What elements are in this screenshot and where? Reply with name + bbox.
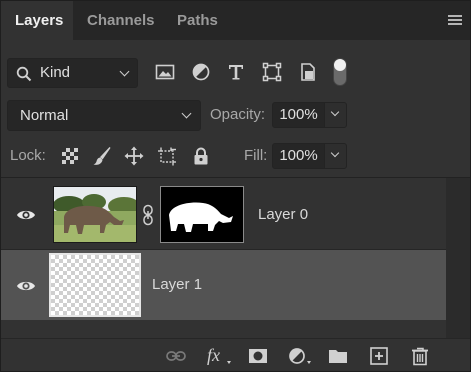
- filter-kind-select[interactable]: Kind: [7, 58, 138, 88]
- visibility-eye-icon[interactable]: [16, 279, 36, 293]
- tab-layers[interactable]: Layers: [1, 1, 73, 40]
- search-icon: [16, 66, 32, 82]
- fill-dropdown-button[interactable]: [324, 143, 347, 169]
- layers-bottom-toolbar: fx: [1, 338, 470, 371]
- lock-position-icon[interactable]: [124, 146, 144, 166]
- fill-label: Fill:: [244, 147, 268, 164]
- layer-thumbnail-transparent[interactable]: [49, 253, 141, 317]
- chevron-down-icon: [181, 108, 192, 119]
- layers-list: Layer 0 Layer 1: [1, 178, 446, 338]
- adjustment-layer-icon[interactable]: [287, 346, 313, 366]
- tab-paths[interactable]: Paths: [163, 1, 232, 40]
- tab-channels[interactable]: Channels: [73, 1, 169, 40]
- opacity-dropdown-button[interactable]: [324, 102, 347, 128]
- chevron-down-icon: [119, 66, 130, 77]
- opacity-label: Opacity:: [210, 106, 266, 123]
- lock-label: Lock:: [10, 147, 46, 164]
- lock-image-pixels-icon[interactable]: [92, 146, 112, 166]
- layer-style-icon[interactable]: fx: [206, 346, 232, 366]
- delete-layer-icon[interactable]: [409, 346, 431, 366]
- image-filter-icon[interactable]: [154, 61, 176, 83]
- visibility-eye-icon[interactable]: [16, 208, 36, 222]
- layers-panel: Layers Channels Paths Kind Normal Opacit…: [0, 0, 471, 372]
- filter-toggle-icon[interactable]: [332, 57, 348, 87]
- layer-name[interactable]: Layer 0: [258, 206, 308, 223]
- new-layer-icon[interactable]: [368, 346, 390, 366]
- mask-link-icon[interactable]: [142, 204, 154, 226]
- panel-menu-icon[interactable]: [448, 15, 462, 26]
- rhino-photo-thumbnail: [54, 187, 136, 242]
- layer-row-layer-1[interactable]: Layer 1: [1, 250, 446, 320]
- layer-mask-thumbnail[interactable]: [160, 186, 244, 243]
- lock-artboard-icon[interactable]: [157, 146, 177, 166]
- add-mask-icon[interactable]: [247, 346, 269, 366]
- filter-kind-value: Kind: [40, 64, 71, 81]
- blend-mode-select[interactable]: Normal: [7, 100, 201, 131]
- adjustment-filter-icon[interactable]: [190, 61, 212, 83]
- chevron-down-icon: [330, 107, 340, 117]
- chevron-down-icon: [330, 148, 340, 158]
- opacity-input[interactable]: 100%: [272, 102, 325, 128]
- shape-filter-icon[interactable]: [261, 61, 283, 83]
- link-layers-icon[interactable]: [165, 346, 187, 366]
- lock-all-icon[interactable]: [191, 146, 211, 166]
- layer-name[interactable]: Layer 1: [152, 276, 202, 293]
- layer-row-layer-0[interactable]: Layer 0: [1, 179, 446, 250]
- rhino-mask-silhouette: [169, 202, 233, 232]
- layers-scrollbar[interactable]: [446, 178, 470, 338]
- lock-transparent-pixels-icon[interactable]: [60, 146, 80, 166]
- new-group-icon[interactable]: [327, 346, 349, 366]
- fill-input[interactable]: 100%: [272, 143, 325, 169]
- svg-text:fx: fx: [207, 346, 220, 365]
- panel-tab-bar: Layers Channels Paths: [1, 1, 470, 40]
- smart-object-filter-icon[interactable]: [297, 61, 319, 83]
- type-filter-icon[interactable]: [225, 61, 247, 83]
- layer-thumbnail[interactable]: [53, 186, 137, 243]
- blend-mode-value: Normal: [20, 107, 69, 124]
